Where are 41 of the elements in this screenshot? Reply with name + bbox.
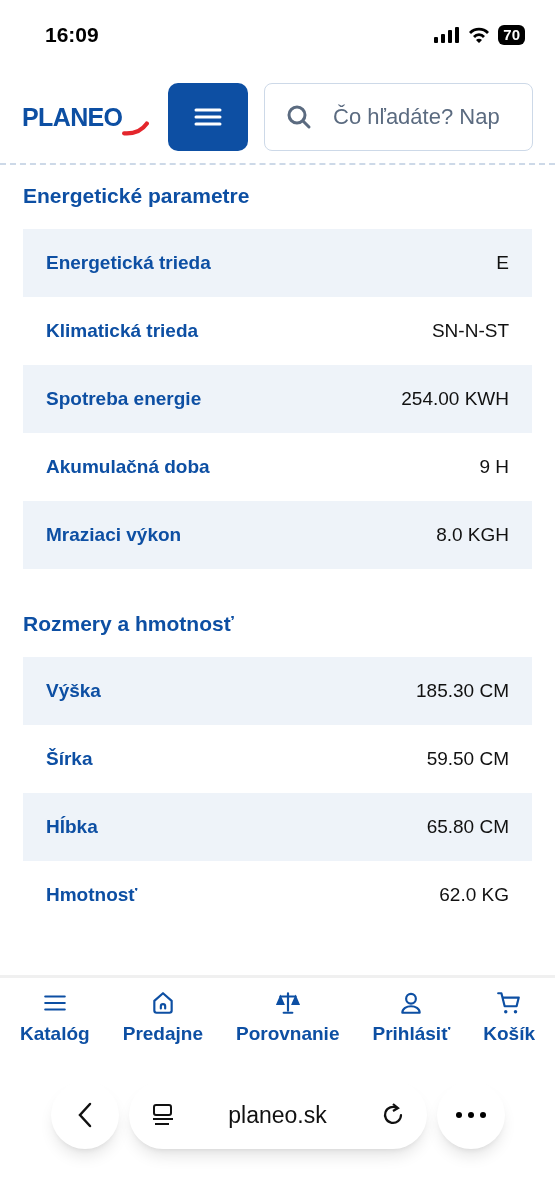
menu-icon	[194, 106, 222, 127]
nav-item[interactable]: Katalóg	[20, 990, 90, 1073]
parameter-label: Spotreba energie	[46, 386, 202, 411]
parameter-label: Energetická trieda	[46, 250, 211, 275]
address-bar[interactable]: planeo.sk	[128, 1081, 427, 1149]
logo[interactable]: PLANEO	[22, 94, 152, 139]
battery-level: 70	[498, 25, 525, 45]
parameter-label: Klimatická trieda	[46, 318, 199, 343]
cart-icon	[496, 990, 523, 1016]
parameter-value: 9 H	[479, 454, 509, 479]
nav-item[interactable]: Porovnanie	[236, 990, 340, 1073]
more-icon	[455, 1112, 486, 1118]
url-text: planeo.sk	[228, 1100, 327, 1130]
parameter-label: Výška	[46, 678, 101, 703]
nav-item[interactable]: Prihlásiť	[372, 990, 451, 1073]
signal-icon	[434, 27, 461, 43]
parameter-label: Mraziaci výkon	[46, 522, 182, 547]
wifi-icon	[468, 27, 491, 43]
reader-icon	[150, 1103, 175, 1127]
scales-icon	[274, 990, 301, 1016]
parameter-label: Hĺbka	[46, 814, 98, 839]
parameter-value: 185.30 CM	[416, 678, 509, 703]
section-heading: Rozmery a hmotnosť	[23, 611, 235, 637]
parameter-value: 65.80 CM	[426, 814, 509, 839]
menu-button[interactable]	[168, 82, 248, 151]
nav-item[interactable]: Košík	[483, 990, 535, 1073]
back-icon	[77, 1102, 92, 1128]
parameter-value: 8.0 KGH	[436, 522, 509, 547]
search-field[interactable]: Čo hľadáte? Nap	[264, 82, 533, 151]
parameter-value: E	[496, 250, 509, 275]
parameter-label: Šírka	[46, 746, 93, 771]
parameter-label: Hmotnosť	[46, 882, 138, 907]
parameter-value: SN-N-ST	[431, 318, 509, 343]
nav-item[interactable]: Predajne	[122, 990, 203, 1073]
parameter-value: 62.0 KG	[439, 882, 509, 907]
status-time: 16:09	[45, 22, 99, 49]
parameter-value: 59.50 CM	[426, 746, 509, 771]
section-heading: Energetické parametre	[23, 183, 251, 209]
search-icon	[286, 103, 312, 130]
parameter-label: Akumulačná doba	[46, 454, 210, 479]
parameter-value: 254.00 KWH	[401, 386, 509, 411]
